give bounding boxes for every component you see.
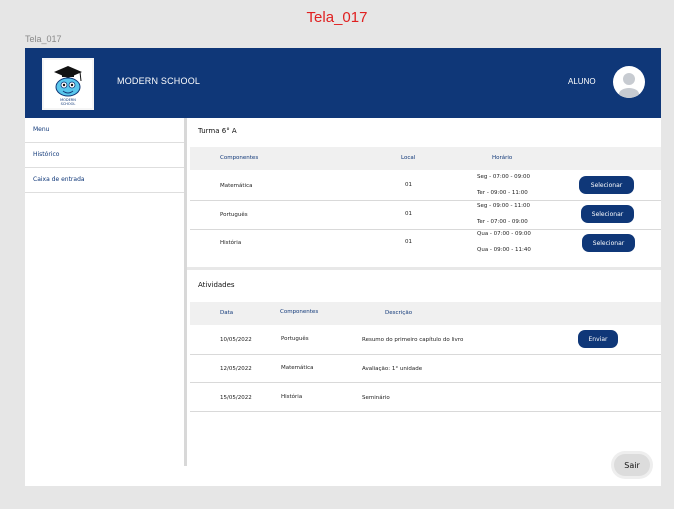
brand-name: MODERN SCHOOL [117,76,201,86]
sidebar-item-menu[interactable]: Menu [25,118,184,143]
turma-horario-1: Seg - 07:00 - 09:00 [477,174,531,180]
select-button[interactable]: Selecionar [581,205,634,223]
user-role: ALUNO [568,77,596,86]
atividades-title: Atividades [198,281,235,289]
sidebar-item-historico[interactable]: Histórico [25,143,184,168]
sidebar: Menu Histórico Caixa de entrada [25,118,187,466]
atividade-descricao: Resumo do primeiro capítulo do livro [362,337,464,343]
column-header-componentes: Componentes [220,155,259,161]
turma-local: 01 [405,182,412,188]
user-avatar-icon[interactable] [613,66,645,98]
sidebar-item-caixa-de-entrada[interactable]: Caixa de entrada [25,168,184,193]
column-header-horario: Horário [492,155,513,161]
turma-header-row: Componentes Local Horário [190,147,661,170]
turma-componente: História [220,240,242,246]
column-header-descricao: Descrição [385,310,413,316]
turma-local: 01 [405,239,412,245]
section-divider [187,267,661,270]
column-header-local: Local [401,155,416,161]
column-header-componentes: Componentes [280,309,319,315]
atividade-descricao: Seminário [362,395,390,401]
main-content: Turma 6° A Componentes Local Horário Mat… [187,118,661,486]
select-button[interactable]: Selecionar [579,176,634,194]
row-divider [190,382,661,383]
turma-horario-2: Qua - 09:00 - 11:40 [477,247,531,253]
turma-componente: Português [220,212,248,218]
column-header-data: Data [220,310,234,316]
turma-componente: Matemática [220,183,253,189]
screen-title: Tela_017 [306,9,368,26]
turma-horario-1: Qua - 07:00 - 09:00 [477,231,531,237]
turma-title: Turma 6° A [198,127,237,135]
atividade-componente: Português [281,336,309,342]
app-header: MODERN SCHOOL MODERN SCHOOL ALUNO [25,48,661,118]
logo-word-2: SCHOOL [61,102,76,106]
atividade-data: 12/05/2022 [220,366,252,372]
turma-horario-2: Ter - 07:00 - 09:00 [477,219,528,225]
atividade-data: 15/05/2022 [220,395,252,401]
row-divider [190,200,661,201]
school-logo: MODERN SCHOOL [42,58,94,110]
send-button[interactable]: Enviar [578,330,618,348]
atividade-componente: Matemática [281,365,314,371]
row-divider [190,354,661,355]
atividade-componente: História [281,394,303,400]
atividade-data: 10/05/2022 [220,337,252,343]
atividade-descricao: Avaliação: 1° unidade [362,366,423,372]
atividades-header-row: Data Componentes Descrição [190,302,661,325]
turma-horario-1: Seg - 09:00 - 11:00 [477,203,531,209]
row-divider [190,229,661,230]
row-divider [190,411,661,412]
frame-label: Tela_017 [25,34,62,44]
turma-local: 01 [405,211,412,217]
graduate-mascot-icon: MODERN SCHOOL [54,66,82,106]
exit-button[interactable]: Sair [614,454,650,476]
turma-horario-2: Ter - 09:00 - 11:00 [477,190,528,196]
select-button[interactable]: Selecionar [582,234,635,252]
app-window: MODERN SCHOOL MODERN SCHOOL ALUNO Menu H… [25,48,661,486]
